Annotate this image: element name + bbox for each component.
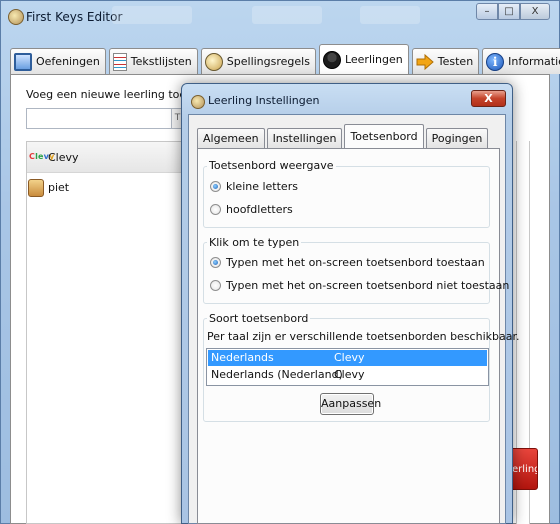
- student-icon: [322, 50, 341, 69]
- table-row[interactable]: Nederlands (Nederland) Clevy: [208, 367, 487, 383]
- arrow-right-icon: [416, 53, 434, 70]
- dialog-tab-strip: Algemeen Instellingen Toetsenbord Poging…: [197, 123, 489, 149]
- tab-algemeen[interactable]: Algemeen: [197, 128, 265, 149]
- weergave-group: [203, 166, 490, 228]
- keyboard-list[interactable]: Nederlands Clevy Nederlands (Nederland) …: [206, 348, 489, 386]
- tab-label: Informatie: [508, 55, 560, 68]
- main-window-title: First Keys Editor: [26, 10, 123, 24]
- rules-icon: [204, 52, 223, 71]
- dialog-close-button[interactable]: X: [471, 90, 506, 107]
- tab-tekstlijsten[interactable]: Tekstlijsten: [108, 48, 198, 74]
- radio-label: Typen met het on-screen toetsenbord toes…: [226, 256, 485, 269]
- radio-label: kleine letters: [226, 180, 298, 193]
- klik-group-title: Klik om te typen: [207, 236, 302, 249]
- radio-button[interactable]: [210, 204, 221, 215]
- student-group-name: Clevy: [48, 151, 79, 164]
- radio-toestaan[interactable]: Typen met het on-screen toetsenbord toes…: [210, 256, 485, 269]
- main-tab-strip: Oefeningen Tekstlijsten Spellingsregels …: [10, 44, 560, 74]
- maximize-button[interactable]: □: [498, 3, 520, 20]
- keyboard-description: Per taal zijn er verschillende toetsenbo…: [207, 330, 520, 343]
- keyboard-language: Nederlands: [211, 351, 274, 364]
- tab-label: Tekstlijsten: [130, 55, 192, 68]
- radio-kleine-letters[interactable]: kleine letters: [210, 180, 298, 193]
- soort-group-title: Soort toetsenbord: [207, 312, 311, 325]
- app-icon: [8, 9, 24, 25]
- tab-label: Leerlingen: [344, 53, 403, 66]
- add-student-label: Voeg een nieuwe leerling toe:: [26, 88, 190, 101]
- radio-button[interactable]: [210, 280, 221, 291]
- radio-button[interactable]: [210, 257, 221, 268]
- close-button[interactable]: X: [520, 3, 550, 20]
- tab-instellingen[interactable]: Instellingen: [266, 128, 343, 149]
- keyboard-icon: [14, 52, 32, 71]
- radio-label: hoofdletters: [226, 203, 293, 216]
- keyboard-language: Nederlands (Nederland): [211, 368, 343, 381]
- radio-label: Typen met het on-screen toetsenbord niet…: [226, 279, 510, 292]
- tab-informatie[interactable]: i Informatie: [482, 48, 560, 74]
- radio-niet-toestaan[interactable]: Typen met het on-screen toetsenbord niet…: [210, 279, 509, 292]
- add-student-input[interactable]: [26, 108, 172, 129]
- student-list[interactable]: [26, 141, 186, 524]
- background-taskbar-item: [112, 6, 192, 24]
- table-row[interactable]: Nederlands Clevy: [208, 350, 487, 366]
- tab-leerlingen[interactable]: Leerlingen: [318, 44, 409, 74]
- tab-label: Testen: [437, 55, 474, 68]
- tab-spellingsregels[interactable]: Spellingsregels: [200, 48, 316, 74]
- radio-hoofdletters[interactable]: hoofdletters: [210, 203, 293, 216]
- list-icon: [112, 52, 127, 71]
- tab-oefeningen[interactable]: Oefeningen: [10, 48, 106, 74]
- list-item[interactable]: piet: [48, 181, 69, 194]
- tab-testen[interactable]: Testen: [411, 48, 480, 74]
- keyboard-type: Clevy: [334, 368, 365, 381]
- info-icon: i: [486, 52, 505, 71]
- klik-group: [203, 242, 490, 304]
- minimize-button[interactable]: –: [476, 3, 498, 20]
- radio-button[interactable]: [210, 181, 221, 192]
- tab-label: Oefeningen: [36, 55, 100, 68]
- tab-toetsenbord[interactable]: Toetsenbord: [344, 124, 424, 149]
- tab-label: Spellingsregels: [226, 55, 310, 68]
- window-controls: – □ X: [476, 3, 550, 20]
- add-student-button[interactable]: erling: [510, 448, 538, 490]
- dialog-app-icon: [191, 95, 205, 109]
- tab-pogingen[interactable]: Pogingen: [425, 128, 489, 149]
- keyboard-type: Clevy: [334, 351, 365, 364]
- background-taskbar-item: [252, 6, 322, 24]
- background-taskbar-item: [360, 6, 420, 24]
- dialog-title: Leerling Instellingen: [208, 94, 320, 107]
- student-avatar-icon: [28, 179, 44, 197]
- aanpassen-button[interactable]: Aanpassen: [320, 393, 381, 415]
- weergave-group-title: Toetsenbord weergave: [207, 159, 336, 172]
